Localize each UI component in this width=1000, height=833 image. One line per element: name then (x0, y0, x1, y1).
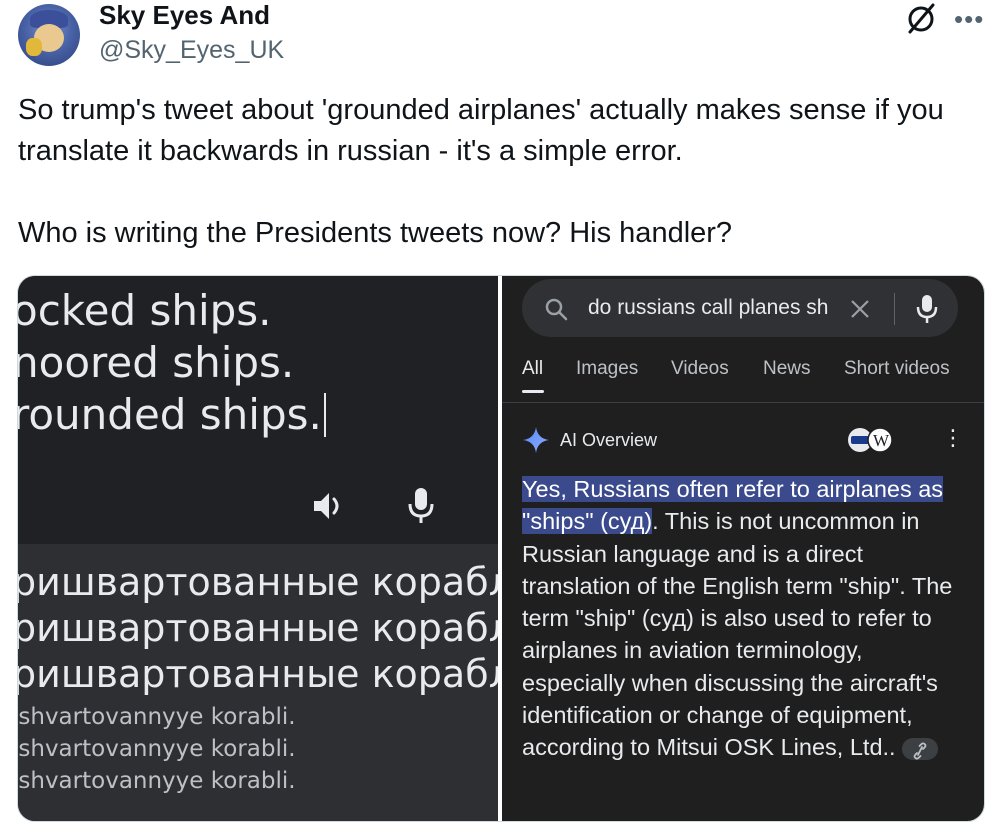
answer-continuation: . This is not uncommon in Russian langua… (522, 508, 953, 761)
citation-link-chip[interactable] (901, 738, 938, 761)
search-tabs: All Images Videos News Short videos (502, 354, 984, 400)
source-line: noored ships. (18, 338, 295, 387)
tweet-header: Sky Eyes And @Sky_Eyes_UK ••• (0, 0, 1000, 80)
translation-area: ришвартованные корабли. ришвартованные к… (18, 544, 498, 821)
translation-line: ришвартованные корабли. (18, 560, 498, 604)
slashed-circle-icon[interactable] (904, 2, 938, 36)
tweet-media[interactable]: ocked ships. noored ships. rounded ships… (17, 275, 985, 822)
link-icon (913, 742, 926, 760)
tab-all[interactable]: All (522, 358, 543, 380)
text-cursor (323, 393, 326, 437)
translation-line: ришвартованные корабли. (18, 652, 498, 696)
tabs-divider (502, 402, 984, 403)
close-icon[interactable] (848, 297, 872, 321)
romanization-line: ishvartovannyye korabli. (18, 704, 296, 730)
romanization-line: ishvartovannyye korabli. (18, 736, 296, 762)
search-input[interactable]: do russians call planes sh (588, 296, 834, 320)
source-favicons-icon[interactable]: W (846, 426, 896, 454)
source-line-text: rounded ships. (18, 390, 322, 439)
search-icon (545, 298, 568, 321)
search-bar[interactable]: do russians call planes sh (522, 279, 958, 337)
avatar[interactable] (18, 4, 80, 66)
search-separator (894, 293, 895, 325)
tweet-text-paragraph-1: So trump's tweet about 'grounded airplan… (18, 94, 944, 167)
svg-text:W: W (873, 431, 890, 450)
sparkle-icon (523, 427, 549, 453)
tab-short-videos[interactable]: Short videos (844, 358, 950, 380)
ai-overview-text: Yes, Russians often refer to airplanes a… (522, 473, 972, 764)
search-screenshot: do russians call planes sh All Images Vi… (502, 276, 984, 821)
display-name[interactable]: Sky Eyes And (99, 0, 270, 31)
tab-news[interactable]: News (763, 358, 811, 380)
active-tab-indicator (522, 390, 544, 393)
tab-images[interactable]: Images (576, 358, 638, 380)
ai-overview-header: AI Overview W ⋮ (522, 424, 968, 458)
more-dots-icon[interactable]: ••• (954, 4, 984, 35)
tweet-text-paragraph-2: Who is writing the Presidents tweets now… (18, 217, 733, 249)
translation-line: ришвартованные корабли. (18, 606, 498, 650)
tab-videos[interactable]: Videos (671, 358, 729, 380)
ai-overview-title: AI Overview (560, 430, 658, 450)
source-text-area: ocked ships. noored ships. rounded ships… (18, 276, 498, 544)
romanization-line: ishvartovannyye korabli. (18, 768, 296, 794)
avatar-badge (26, 38, 42, 56)
microphone-icon[interactable] (406, 486, 436, 526)
translate-screenshot: ocked ships. noored ships. rounded ships… (18, 276, 498, 821)
more-vert-icon[interactable]: ⋮ (942, 427, 964, 449)
voice-search-icon[interactable] (916, 293, 938, 325)
tweet-body: So trump's tweet about 'grounded airplan… (18, 90, 988, 254)
speaker-icon[interactable] (310, 488, 346, 524)
source-line-last: rounded ships. (18, 390, 326, 439)
source-line: ocked ships. (18, 286, 272, 335)
user-handle[interactable]: @Sky_Eyes_UK (99, 36, 284, 65)
